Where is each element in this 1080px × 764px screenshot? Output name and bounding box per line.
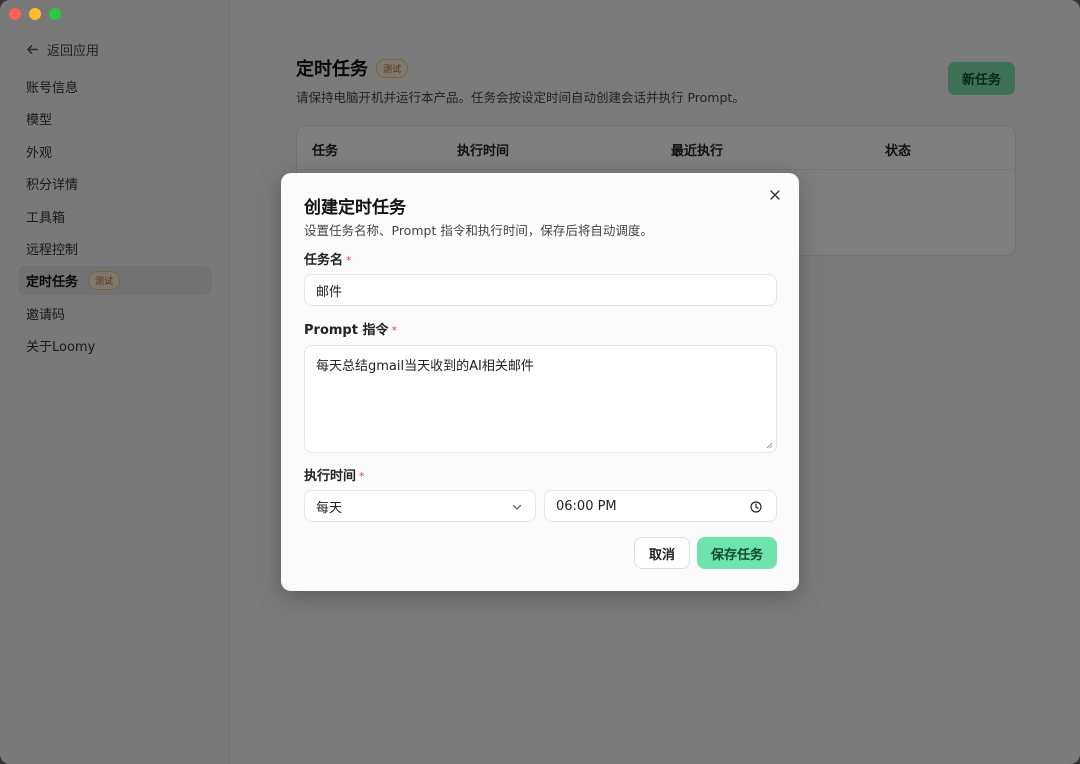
save-task-button[interactable]: 保存任务 (697, 537, 777, 569)
required-mark: * (391, 324, 397, 337)
task-name-value: 邮件 (316, 284, 343, 300)
dialog-description: 设置任务名称、Prompt 指令和执行时间，保存后将自动调度。 (304, 223, 653, 238)
task-name-label: 任务名 * (304, 249, 352, 268)
chevron-down-icon (512, 504, 522, 510)
cancel-button[interactable]: 取消 (634, 537, 690, 569)
frequency-select[interactable]: 每天 (304, 490, 536, 522)
schedule-label: 执行时间 * (304, 465, 365, 484)
minimize-window-button[interactable] (29, 8, 41, 20)
window-controls (9, 8, 61, 20)
close-icon[interactable] (768, 188, 782, 202)
task-name-label-text: 任务名 (304, 253, 344, 268)
time-input[interactable]: 06:00 PM (544, 490, 777, 522)
prompt-value: 每天总结gmail当天收到的AI相关邮件 (316, 359, 534, 374)
create-task-dialog: 创建定时任务 设置任务名称、Prompt 指令和执行时间，保存后将自动调度。 任… (281, 173, 799, 591)
dialog-title: 创建定时任务 (304, 198, 406, 218)
time-value: 06:00 PM (556, 498, 617, 514)
prompt-textarea[interactable]: 每天总结gmail当天收到的AI相关邮件 (304, 345, 777, 453)
clock-icon[interactable] (750, 501, 762, 513)
frequency-value: 每天 (316, 500, 343, 516)
prompt-label-text: Prompt 指令 (304, 323, 389, 338)
schedule-label-text: 执行时间 (304, 469, 357, 484)
resize-handle-icon[interactable] (766, 442, 773, 449)
close-window-button[interactable] (9, 8, 21, 20)
task-name-input[interactable]: 邮件 (304, 274, 777, 306)
zoom-window-button[interactable] (49, 8, 61, 20)
required-mark: * (346, 254, 352, 267)
required-mark: * (359, 470, 365, 483)
prompt-label: Prompt 指令 * (304, 319, 397, 338)
